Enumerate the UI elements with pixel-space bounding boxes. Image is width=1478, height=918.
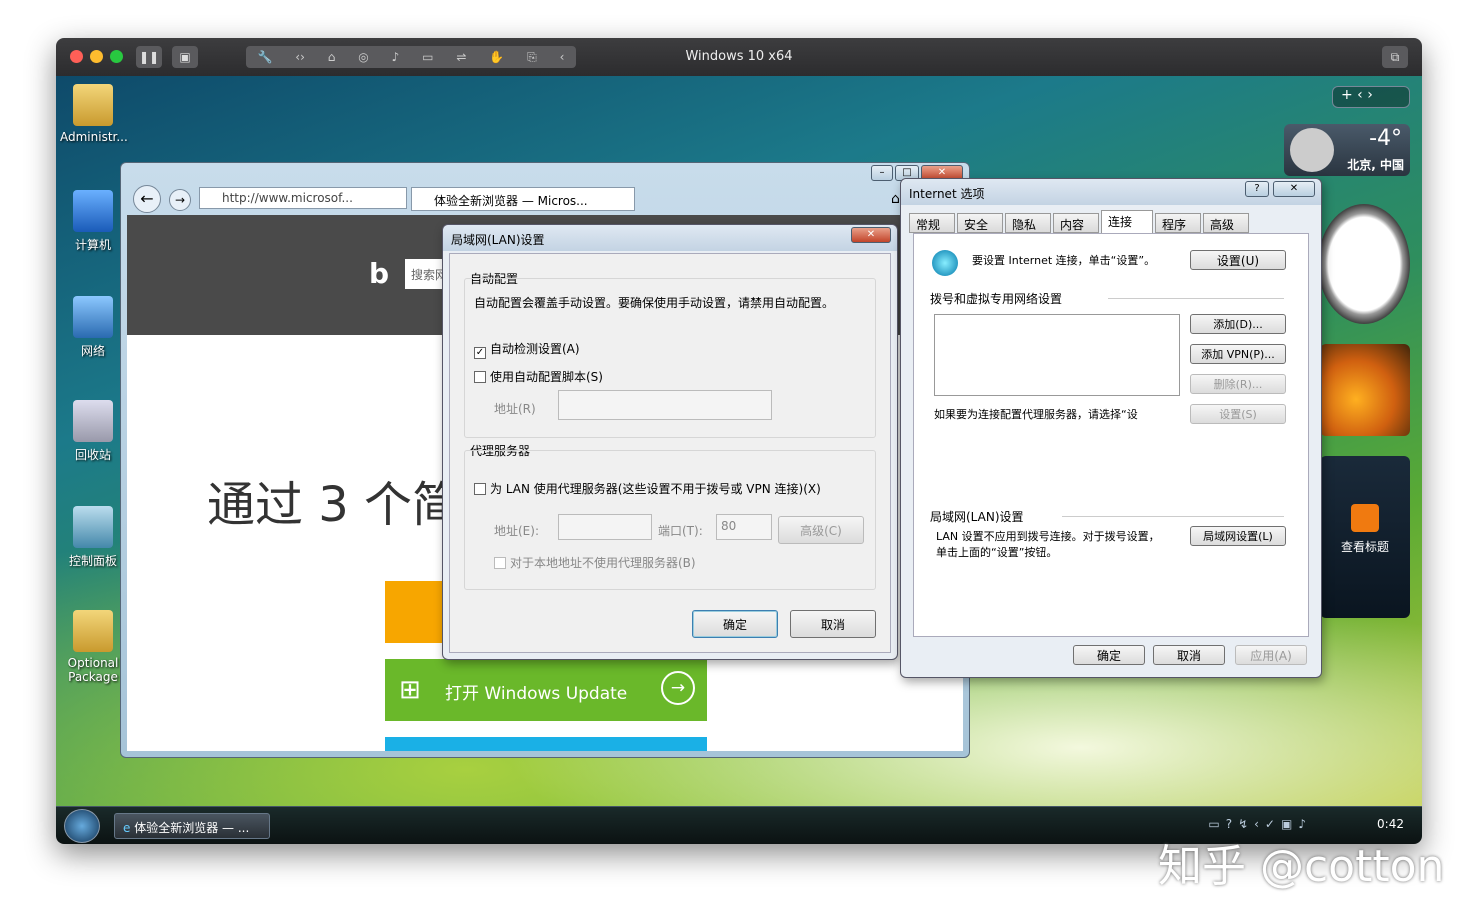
- proxy-address-label: 地址(E):: [494, 524, 539, 538]
- slideshow-gadget[interactable]: [1320, 344, 1410, 436]
- proxy-hint: 如果要为连接配置代理服务器，请选择“设: [934, 408, 1138, 421]
- ok-button[interactable]: 确定: [1073, 645, 1145, 665]
- desktop-icon-optional[interactable]: Optional Package: [60, 610, 126, 684]
- home-icon[interactable]: ⌂: [891, 191, 900, 207]
- arrow-right-icon: →: [661, 671, 695, 705]
- remove-button[interactable]: 删除(R)...: [1190, 374, 1286, 394]
- setup-button[interactable]: 设置(U): [1190, 250, 1286, 270]
- host-title: Windows 10 x64: [685, 49, 793, 64]
- tab-general[interactable]: 常规: [909, 213, 955, 233]
- lan-header: 局域网(LAN)设置: [930, 510, 1024, 524]
- script-address-input[interactable]: [558, 390, 772, 420]
- guest-desktop: Administr... 计算机 网络 回收站 控制面板 Optional Pa…: [56, 76, 1422, 806]
- tray-clock[interactable]: 0:42: [1377, 817, 1404, 831]
- checkbox-use-proxy[interactable]: 为 LAN 使用代理服务器(这些设置不用于拨号或 VPN 连接)(X): [474, 480, 821, 497]
- checkbox-bypass-local[interactable]: 对于本地地址不使用代理服务器(B): [494, 554, 696, 571]
- help-button[interactable]: ?: [1245, 181, 1269, 197]
- tab-advanced[interactable]: 高级: [1203, 213, 1249, 233]
- weather-city: 北京, 中国: [1347, 158, 1404, 172]
- feed-gadget[interactable]: 查看标题: [1320, 456, 1410, 618]
- lan-dialog-body: 自动配置 自动配置会覆盖手动设置。要确保使用手动设置，请禁用自动配置。 ✓ 自动检…: [449, 253, 891, 653]
- vm-window: ❚❚ ▣ 🔧 ‹› ⌂ ◎ ♪ ▭ ⇌ ✋ ⎘ ‹ Windows 10 x64 ⧉ Admini…: [56, 38, 1422, 844]
- apply-button[interactable]: 应用(A): [1235, 645, 1307, 665]
- address-bar[interactable]: http://www.microsof...: [199, 187, 407, 209]
- clock-gadget[interactable]: [1318, 204, 1410, 324]
- checkbox-auto-script[interactable]: 使用自动配置脚本(S): [474, 368, 603, 385]
- tile-third[interactable]: [385, 737, 707, 751]
- taskbar-ie-button[interactable]: e 体验全新浏览器 — ...: [114, 813, 270, 839]
- cancel-button[interactable]: 取消: [790, 610, 876, 638]
- computer-icon: [73, 190, 113, 232]
- lan-dialog-title: 局域网(LAN)设置: [443, 225, 897, 251]
- rss-icon: [1351, 504, 1379, 532]
- lan-desc: LAN 设置不应用到拨号连接。对于拨号设置，单击上面的“设置”按钮。: [936, 530, 1160, 559]
- sidebar-controls[interactable]: + ‹ ›: [1332, 86, 1410, 108]
- weather-temp: -4°: [1369, 126, 1402, 151]
- tile-bing[interactable]: [385, 581, 445, 643]
- minimize-button[interactable]: –: [871, 165, 893, 181]
- control-panel-icon: [73, 506, 113, 548]
- tab-programs[interactable]: 程序: [1155, 213, 1201, 233]
- watermark: 知乎 @cotton: [1158, 841, 1445, 892]
- tab-security[interactable]: 安全: [957, 213, 1003, 233]
- feed-label: 查看标题: [1340, 540, 1389, 554]
- add-button[interactable]: 添加(D)...: [1190, 314, 1286, 334]
- dialup-header: 拨号和虚拟专用网络设置: [930, 292, 1063, 306]
- weather-gadget[interactable]: -4° 北京, 中国: [1284, 124, 1410, 176]
- setup-text: 要设置 Internet 连接，单击“设置”。: [972, 254, 1156, 267]
- lan-settings-dialog: 局域网(LAN)设置 ✕ 自动配置 自动配置会覆盖手动设置。要确保使用手动设置，…: [442, 224, 898, 660]
- tab-content[interactable]: 内容: [1053, 213, 1099, 233]
- folder-icon: [73, 610, 113, 652]
- forward-button[interactable]: →: [169, 189, 191, 211]
- ok-button[interactable]: 确定: [692, 610, 778, 638]
- ie-icon: e: [123, 821, 131, 835]
- recycle-bin-icon: [73, 400, 113, 442]
- bing-logo-icon: b: [369, 257, 390, 290]
- windows-logo-icon: ⊞: [399, 675, 421, 705]
- tile-windows-update[interactable]: 打开 Windows Update ⊞ →: [385, 659, 707, 721]
- fullscreen-icon[interactable]: ⧉: [1382, 46, 1408, 68]
- close-button[interactable]: ✕: [851, 227, 891, 243]
- cancel-button[interactable]: 取消: [1153, 645, 1225, 665]
- checkbox-auto-detect[interactable]: ✓ 自动检测设置(A): [474, 340, 580, 359]
- tray-icons[interactable]: ▭?↯‹✓▣♪: [1208, 817, 1312, 831]
- port-input[interactable]: 80: [716, 514, 772, 540]
- start-button[interactable]: [64, 809, 100, 843]
- proxy-address-input[interactable]: [558, 514, 652, 540]
- internet-options-dialog: Internet 选项 ? ✕ 常规 安全 隐私 内容 连接 程序 高级 要设置…: [900, 178, 1322, 678]
- lan-settings-button[interactable]: 局域网设置(L): [1190, 526, 1286, 546]
- desktop-icon-admin[interactable]: Administr...: [60, 84, 128, 144]
- moon-icon: [1290, 128, 1334, 172]
- settings-button[interactable]: 设置(S): [1190, 404, 1286, 424]
- script-address-label: 地址(R): [494, 402, 536, 416]
- desktop-icon-control-panel[interactable]: 控制面板: [60, 506, 126, 569]
- add-vpn-button[interactable]: 添加 VPN(P)...: [1190, 344, 1286, 364]
- advanced-button[interactable]: 高级(C): [778, 516, 864, 544]
- desktop-icon-network[interactable]: 网络: [60, 296, 126, 359]
- folder-icon: [73, 84, 113, 126]
- browser-tab[interactable]: 体验全新浏览器 — Micros...: [411, 187, 635, 211]
- host-toolbar: ❚❚ ▣ 🔧 ‹› ⌂ ◎ ♪ ▭ ⇌ ✋ ⎘ ‹ Windows 10 x64 ⧉: [56, 38, 1422, 76]
- network-icon: [73, 296, 113, 338]
- globe-icon: [932, 250, 958, 276]
- desktop-icon-recycle[interactable]: 回收站: [60, 400, 126, 463]
- tab-privacy[interactable]: 隐私: [1005, 213, 1051, 233]
- back-button[interactable]: ←: [133, 185, 161, 213]
- desktop-icon-computer[interactable]: 计算机: [60, 190, 126, 253]
- tab-strip: 常规 安全 隐私 内容 连接 程序 高级: [909, 210, 1313, 234]
- close-button[interactable]: ✕: [1273, 181, 1315, 197]
- connections-panel: 要设置 Internet 连接，单击“设置”。 设置(U) 拨号和虚拟专用网络设…: [913, 233, 1309, 637]
- port-label: 端口(T):: [658, 524, 703, 538]
- connections-list[interactable]: [934, 314, 1180, 396]
- auto-desc: 自动配置会覆盖手动设置。要确保使用手动设置，请禁用自动配置。: [474, 296, 835, 310]
- tab-connections[interactable]: 连接: [1101, 210, 1153, 234]
- page-headline: 通过 3 个简: [207, 477, 461, 533]
